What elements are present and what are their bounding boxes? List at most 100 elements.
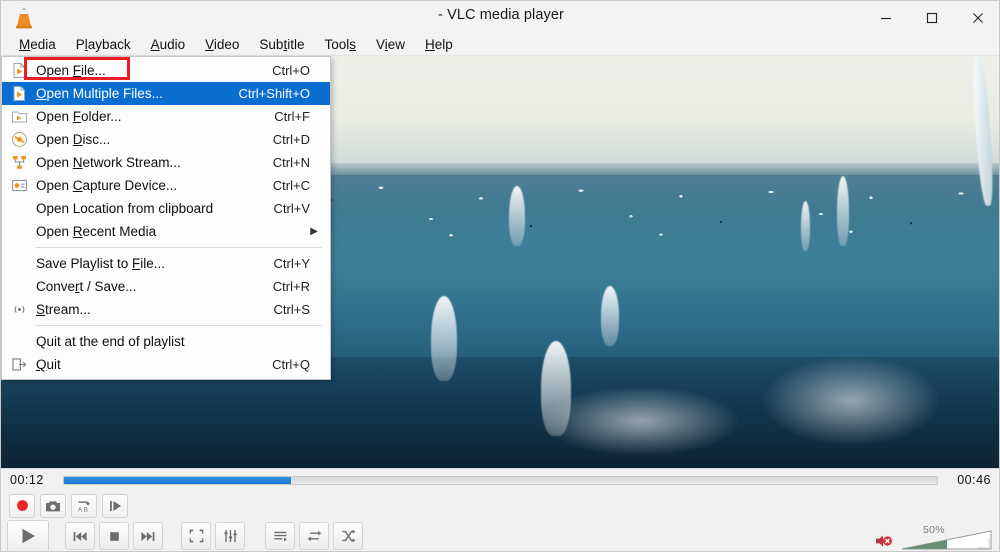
loop-button[interactable] [299, 522, 329, 550]
menu-item-label: Open Folder... [36, 109, 122, 124]
menu-item-label: Open Network Stream... [36, 155, 181, 170]
menu-item-label: Open Multiple Files... [36, 86, 163, 101]
svg-text:A B: A B [78, 506, 88, 513]
menu-item-shortcut: Ctrl+N [272, 155, 310, 170]
ab-loop-button[interactable]: A B [71, 493, 97, 518]
menu-separator [36, 247, 322, 248]
menu-media[interactable]: Media [9, 35, 66, 54]
menu-item-shortcut: Ctrl+Q [272, 357, 310, 372]
menu-tools[interactable]: Tools [314, 35, 366, 54]
fullscreen-button[interactable] [181, 522, 211, 550]
video-water-spray [601, 286, 619, 346]
menu-item-stream[interactable]: Stream... Ctrl+S [2, 298, 330, 321]
video-highlight [761, 356, 941, 446]
previous-button[interactable] [65, 522, 95, 550]
secondary-toolbar: A B [9, 492, 128, 519]
no-icon [2, 330, 36, 353]
media-dropdown-menu: Open File... Ctrl+O Open Multiple Files.… [1, 56, 331, 380]
speaker-muted-icon[interactable] [875, 533, 895, 549]
menu-item-label: Open Capture Device... [36, 178, 178, 193]
fullscreen-icon [189, 529, 204, 543]
playlist-button[interactable] [265, 522, 295, 550]
play-icon [19, 527, 37, 545]
menu-video[interactable]: Video [195, 35, 249, 54]
volume-corner-icon [977, 538, 990, 549]
seek-row: 00:12 00:46 [1, 469, 999, 491]
menu-audio[interactable]: Audio [141, 35, 196, 54]
menu-item-shortcut: Ctrl+Shift+O [238, 86, 310, 101]
play-button[interactable] [7, 520, 49, 551]
frame-by-frame-button[interactable] [102, 493, 128, 518]
record-button[interactable] [9, 493, 35, 518]
window-title: - VLC media player [438, 7, 564, 23]
menu-separator [36, 325, 322, 326]
menu-item-label: Save Playlist to File... [36, 256, 166, 271]
capture-device-icon [2, 174, 36, 197]
menu-playback[interactable]: Playback [66, 35, 141, 54]
stop-button[interactable] [99, 522, 129, 550]
menu-item-convert-save[interactable]: Convert / Save... Ctrl+R [2, 275, 330, 298]
shuffle-button[interactable] [333, 522, 363, 550]
snapshot-button[interactable] [40, 493, 66, 518]
no-icon [2, 275, 36, 298]
title-bar: - VLC media player [1, 1, 999, 34]
menu-item-label: Open File... [36, 63, 106, 78]
ab-loop-icon: A B [76, 498, 92, 513]
next-icon [140, 530, 156, 543]
seek-slider[interactable] [63, 475, 938, 485]
frame-step-icon [108, 499, 123, 513]
video-water-spray [431, 296, 457, 381]
menu-bar: Media Playback Audio Video Subtitle Tool… [1, 34, 999, 56]
volume-control: 50% [875, 517, 993, 551]
video-water-spray [509, 186, 525, 246]
stop-icon [108, 530, 121, 543]
menu-item-open-multiple-files[interactable]: Open Multiple Files... Ctrl+Shift+O [2, 82, 330, 105]
menu-item-open-location-from-clipboard[interactable]: Open Location from clipboard Ctrl+V [2, 197, 330, 220]
loop-icon [307, 529, 322, 543]
menu-item-shortcut: Ctrl+F [274, 109, 310, 124]
menu-view[interactable]: View [366, 35, 415, 54]
menu-item-open-file[interactable]: Open File... Ctrl+O [2, 59, 330, 82]
menu-item-open-disc[interactable]: Open Disc... Ctrl+D [2, 128, 330, 151]
menu-item-open-folder[interactable]: Open Folder... Ctrl+F [2, 105, 330, 128]
no-icon [2, 220, 36, 243]
previous-icon [72, 530, 88, 543]
elapsed-time-label: 00:12 [10, 473, 44, 487]
open-file-icon [2, 59, 36, 82]
menu-item-open-recent-media[interactable]: Open Recent Media ▶ [2, 220, 330, 243]
control-panel: 00:12 00:46 A B 50% [1, 468, 999, 551]
maximize-button[interactable] [909, 1, 955, 34]
menu-item-label: Open Location from clipboard [36, 201, 214, 216]
menu-item-label: Open Disc... [36, 132, 111, 147]
menu-item-shortcut: Ctrl+S [273, 302, 310, 317]
menu-subtitle[interactable]: Subtitle [249, 35, 314, 54]
menu-item-quit-at-end-of-playlist[interactable]: Quit at the end of playlist [2, 330, 330, 353]
settings-button[interactable] [215, 522, 245, 550]
menu-help[interactable]: Help [415, 35, 463, 54]
minimize-button[interactable] [863, 1, 909, 34]
no-icon [2, 252, 36, 275]
menu-item-save-playlist-to-file[interactable]: Save Playlist to File... Ctrl+Y [2, 252, 330, 275]
video-water-spray [837, 176, 849, 246]
menu-item-label: Quit at the end of playlist [36, 334, 185, 349]
menu-item-open-network-stream[interactable]: Open Network Stream... Ctrl+N [2, 151, 330, 174]
vlc-media-player-window: - VLC media player Media Playback Audio … [0, 0, 1000, 552]
menu-item-label: Open Recent Media [36, 224, 157, 239]
chevron-right-icon: ▶ [310, 226, 318, 237]
video-highlight [541, 386, 741, 456]
open-folder-icon [2, 105, 36, 128]
shuffle-icon [341, 529, 356, 543]
volume-level-label: 50% [923, 524, 945, 536]
menu-item-open-capture-device[interactable]: Open Capture Device... Ctrl+C [2, 174, 330, 197]
no-icon [2, 197, 36, 220]
menu-item-quit[interactable]: Quit Ctrl+Q [2, 353, 330, 376]
seek-progress-fill [64, 476, 291, 484]
close-button[interactable] [955, 1, 999, 34]
next-button[interactable] [133, 522, 163, 550]
menu-item-shortcut: Ctrl+O [272, 63, 310, 78]
quit-icon [2, 353, 36, 376]
network-icon [2, 151, 36, 174]
menu-item-shortcut: Ctrl+C [272, 178, 310, 193]
equalizer-icon [223, 529, 238, 543]
camera-icon [45, 499, 61, 513]
